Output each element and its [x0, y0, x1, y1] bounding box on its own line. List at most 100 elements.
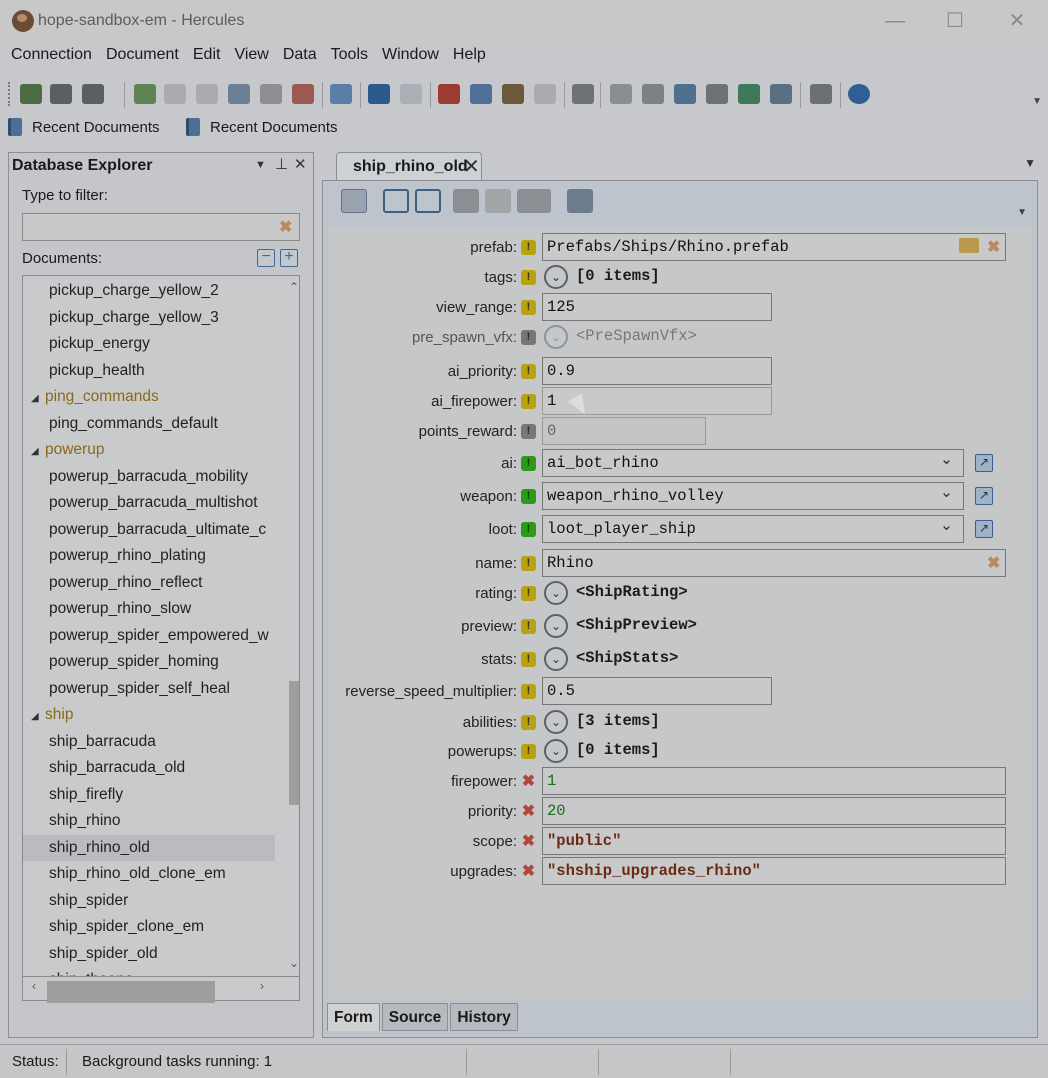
scroll-down-icon[interactable]: ⌄: [287, 956, 299, 970]
view-eye-icon[interactable]: [341, 189, 367, 213]
tree-horizontal-scrollbar[interactable]: ‹ ›: [22, 977, 300, 1003]
collapse-all-icon[interactable]: [415, 189, 441, 213]
cut-icon[interactable]: [438, 84, 460, 104]
tree-vertical-scrollbar[interactable]: ⌃ ⌄: [287, 276, 299, 976]
expand-chevron-icon[interactable]: ⌄: [544, 614, 568, 638]
copy-field-icon[interactable]: [453, 189, 479, 213]
tab-form[interactable]: Form: [327, 1003, 380, 1031]
view-range-input[interactable]: 125: [542, 293, 772, 321]
filter-input[interactable]: [22, 213, 300, 241]
expand-chevron-icon[interactable]: ⌄: [544, 710, 568, 734]
find-icon[interactable]: [572, 84, 594, 104]
expand-chevron-icon[interactable]: ⌄: [544, 265, 568, 289]
expand-chevron-icon[interactable]: ⌄: [544, 581, 568, 605]
sync-icon[interactable]: [770, 84, 792, 104]
tree-document-item[interactable]: powerup_barracuda_ultimate_c: [23, 517, 275, 543]
compare-icon[interactable]: [610, 84, 632, 104]
clear-filter-icon[interactable]: ✖: [279, 217, 292, 237]
weapon-select[interactable]: weapon_rhino_volley: [542, 482, 964, 510]
tree-document-item[interactable]: powerup_rhino_plating: [23, 543, 275, 569]
expand-all-icon[interactable]: [383, 189, 409, 213]
tab-source[interactable]: Source: [381, 1003, 449, 1031]
ai-select[interactable]: ai_bot_rhino: [542, 449, 964, 477]
help-icon[interactable]: [848, 84, 870, 104]
pin-icon[interactable]: ⊥: [275, 155, 288, 173]
tree-document-item[interactable]: pickup_charge_yellow_3: [23, 305, 275, 331]
find-references-icon[interactable]: [642, 84, 664, 104]
expand-chevron-icon[interactable]: ⌄: [544, 647, 568, 671]
database-list-icon[interactable]: [50, 84, 72, 104]
clear-field-icon[interactable]: ✖: [987, 553, 1025, 573]
tree-document-item[interactable]: powerup_barracuda_mobility: [23, 464, 275, 490]
delete-document-icon[interactable]: [292, 84, 314, 104]
name-input[interactable]: Rhino: [542, 549, 1006, 577]
link-icon[interactable]: [567, 189, 593, 213]
history-icon[interactable]: [738, 84, 760, 104]
tab-ship-rhino-old[interactable]: ship_rhino_old ✕: [336, 152, 482, 180]
minimize-button[interactable]: —: [880, 8, 910, 34]
copy-icon[interactable]: [470, 84, 492, 104]
tree-document-item[interactable]: ship_spider_old: [23, 941, 275, 967]
tree-category[interactable]: ◢ ping_commands: [23, 384, 275, 410]
menu-view[interactable]: View: [227, 42, 275, 68]
tree-document-item[interactable]: ship_theone: [23, 967, 275, 976]
tree-document-item[interactable]: ship_spider: [23, 888, 275, 914]
tree-document-item[interactable]: powerup_spider_self_heal: [23, 676, 275, 702]
prefab-input[interactable]: Prefabs/Ships/Rhino.prefab: [542, 233, 1006, 261]
tree-document-item[interactable]: powerup_spider_homing: [23, 649, 275, 675]
expand-chevron-icon[interactable]: ⌄: [544, 325, 568, 349]
tree-document-item[interactable]: ping_commands_default: [23, 411, 275, 437]
invalid-field-icon[interactable]: ✖: [521, 864, 536, 880]
new-document-icon[interactable]: [134, 84, 156, 104]
layout-dropdown-icon[interactable]: [517, 189, 551, 213]
copy-document-icon[interactable]: [260, 84, 282, 104]
upgrades-input[interactable]: "shship_upgrades_rhino": [542, 857, 1006, 885]
menu-help[interactable]: Help: [446, 42, 493, 68]
menu-tools[interactable]: Tools: [324, 42, 375, 68]
tree-document-item[interactable]: powerup_rhino_reflect: [23, 570, 275, 596]
priority-input[interactable]: 20: [542, 797, 1006, 825]
settings-gear-icon[interactable]: [810, 84, 832, 104]
save-icon[interactable]: [164, 84, 186, 104]
tree-category[interactable]: ◢ ship: [23, 702, 275, 728]
new-database-icon[interactable]: [20, 84, 42, 104]
tree-document-item[interactable]: pickup_energy: [23, 331, 275, 357]
redo-icon[interactable]: [400, 84, 422, 104]
toolbar-overflow-icon[interactable]: ▼: [1032, 96, 1042, 107]
tree-document-item[interactable]: ship_rhino_old: [23, 834, 275, 861]
invalid-field-icon[interactable]: ✖: [521, 804, 536, 820]
attach-icon[interactable]: [485, 189, 511, 213]
scroll-right-icon[interactable]: ›: [255, 979, 269, 993]
menu-document[interactable]: Document: [99, 42, 186, 68]
tree-document-item[interactable]: ship_barracuda: [23, 729, 275, 755]
scroll-thumb[interactable]: [289, 681, 299, 805]
firepower-input[interactable]: 1: [542, 767, 1006, 795]
loot-select[interactable]: loot_player_ship: [542, 515, 964, 543]
scroll-left-icon[interactable]: ‹: [27, 979, 41, 993]
horizontal-scroll-thumb[interactable]: [47, 981, 215, 1003]
undo-icon[interactable]: [368, 84, 390, 104]
script-icon[interactable]: [706, 84, 728, 104]
tree-document-item[interactable]: pickup_charge_yellow_2: [23, 278, 275, 304]
menu-edit[interactable]: Edit: [186, 42, 228, 68]
points-reward-input[interactable]: 0: [542, 417, 706, 445]
tree-document-item[interactable]: ship_rhino: [23, 808, 275, 834]
open-reference-icon[interactable]: ↗: [975, 454, 993, 472]
maximize-button[interactable]: ☐: [940, 8, 970, 34]
scroll-up-icon[interactable]: ⌃: [287, 280, 299, 294]
tab-history[interactable]: History: [450, 1003, 518, 1031]
tree-document-item[interactable]: powerup_barracuda_multishot: [23, 490, 275, 516]
open-reference-icon[interactable]: ↗: [975, 520, 993, 538]
close-window-button[interactable]: ✕: [1002, 8, 1032, 34]
delete-icon[interactable]: [534, 84, 556, 104]
schema-icon[interactable]: [674, 84, 696, 104]
recent-documents-button-1[interactable]: Recent Documents: [8, 118, 160, 136]
save-all-icon[interactable]: [196, 84, 218, 104]
tab-list-menu-icon[interactable]: ▼: [1024, 156, 1036, 170]
tree-category[interactable]: ◢ powerup: [23, 437, 275, 463]
tree-document-item[interactable]: ship_spider_clone_em: [23, 914, 275, 940]
publish-icon[interactable]: [330, 84, 352, 104]
invalid-field-icon[interactable]: ✖: [521, 774, 536, 790]
tree-document-item[interactable]: powerup_spider_empowered_w: [23, 623, 275, 649]
tree-document-item[interactable]: ship_rhino_old_clone_em: [23, 861, 275, 887]
